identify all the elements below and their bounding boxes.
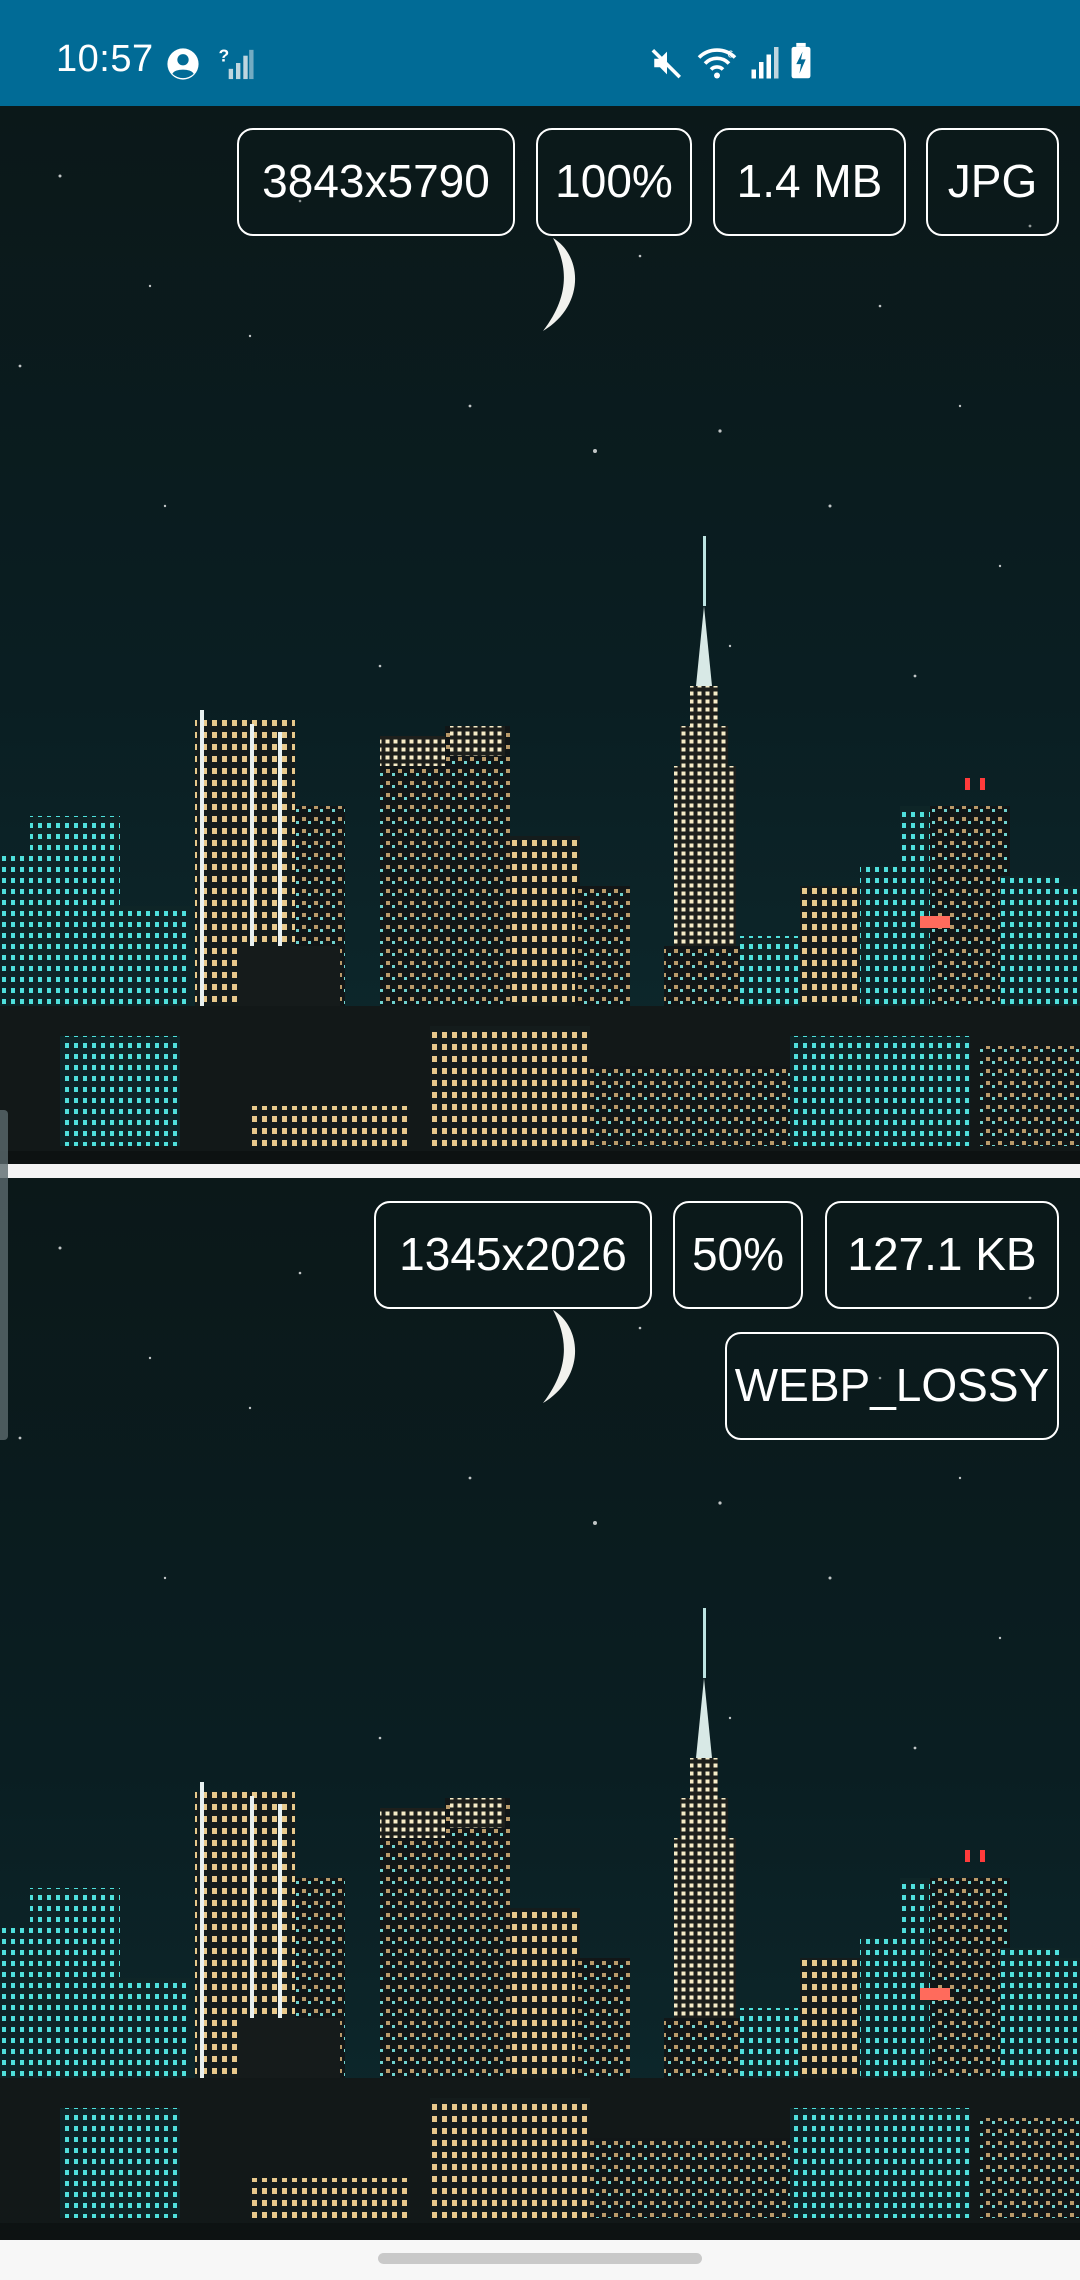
compare-divider[interactable]: [0, 1164, 1080, 1178]
drag-handle[interactable]: [0, 1110, 8, 1440]
cell-signal-icon: [751, 47, 779, 79]
resolution-badge: 1345x2026: [374, 1201, 652, 1309]
file-size-badge: 1.4 MB: [713, 128, 906, 236]
city-night-image: [0, 106, 1080, 1164]
mute-icon: [651, 48, 682, 79]
no-sim-signal-icon: ?: [218, 46, 254, 80]
original-image-panel[interactable]: 3843x5790 100% 1.4 MB JPG: [0, 106, 1080, 1164]
battery-charging-icon: [791, 42, 811, 79]
file-size-badge: 127.1 KB: [825, 1201, 1059, 1309]
gesture-bar[interactable]: [378, 2253, 702, 2264]
svg-text:?: ?: [218, 46, 229, 66]
account-circle-icon: [167, 48, 199, 80]
svg-text:6: 6: [728, 49, 734, 61]
scale-badge: 100%: [536, 128, 692, 236]
compressed-image-panel[interactable]: 1345x2026 50% 127.1 KB WEBP_LOSSY: [0, 1178, 1080, 2240]
wifi-icon: 6: [697, 48, 737, 79]
resolution-badge: 3843x5790: [237, 128, 515, 236]
format-badge: JPG: [926, 128, 1059, 236]
scale-badge: 50%: [673, 1201, 803, 1309]
format-badge: WEBP_LOSSY: [725, 1332, 1059, 1440]
status-time: 10:57: [56, 38, 154, 80]
status-bar: 10:57 ? 6: [0, 0, 1080, 106]
